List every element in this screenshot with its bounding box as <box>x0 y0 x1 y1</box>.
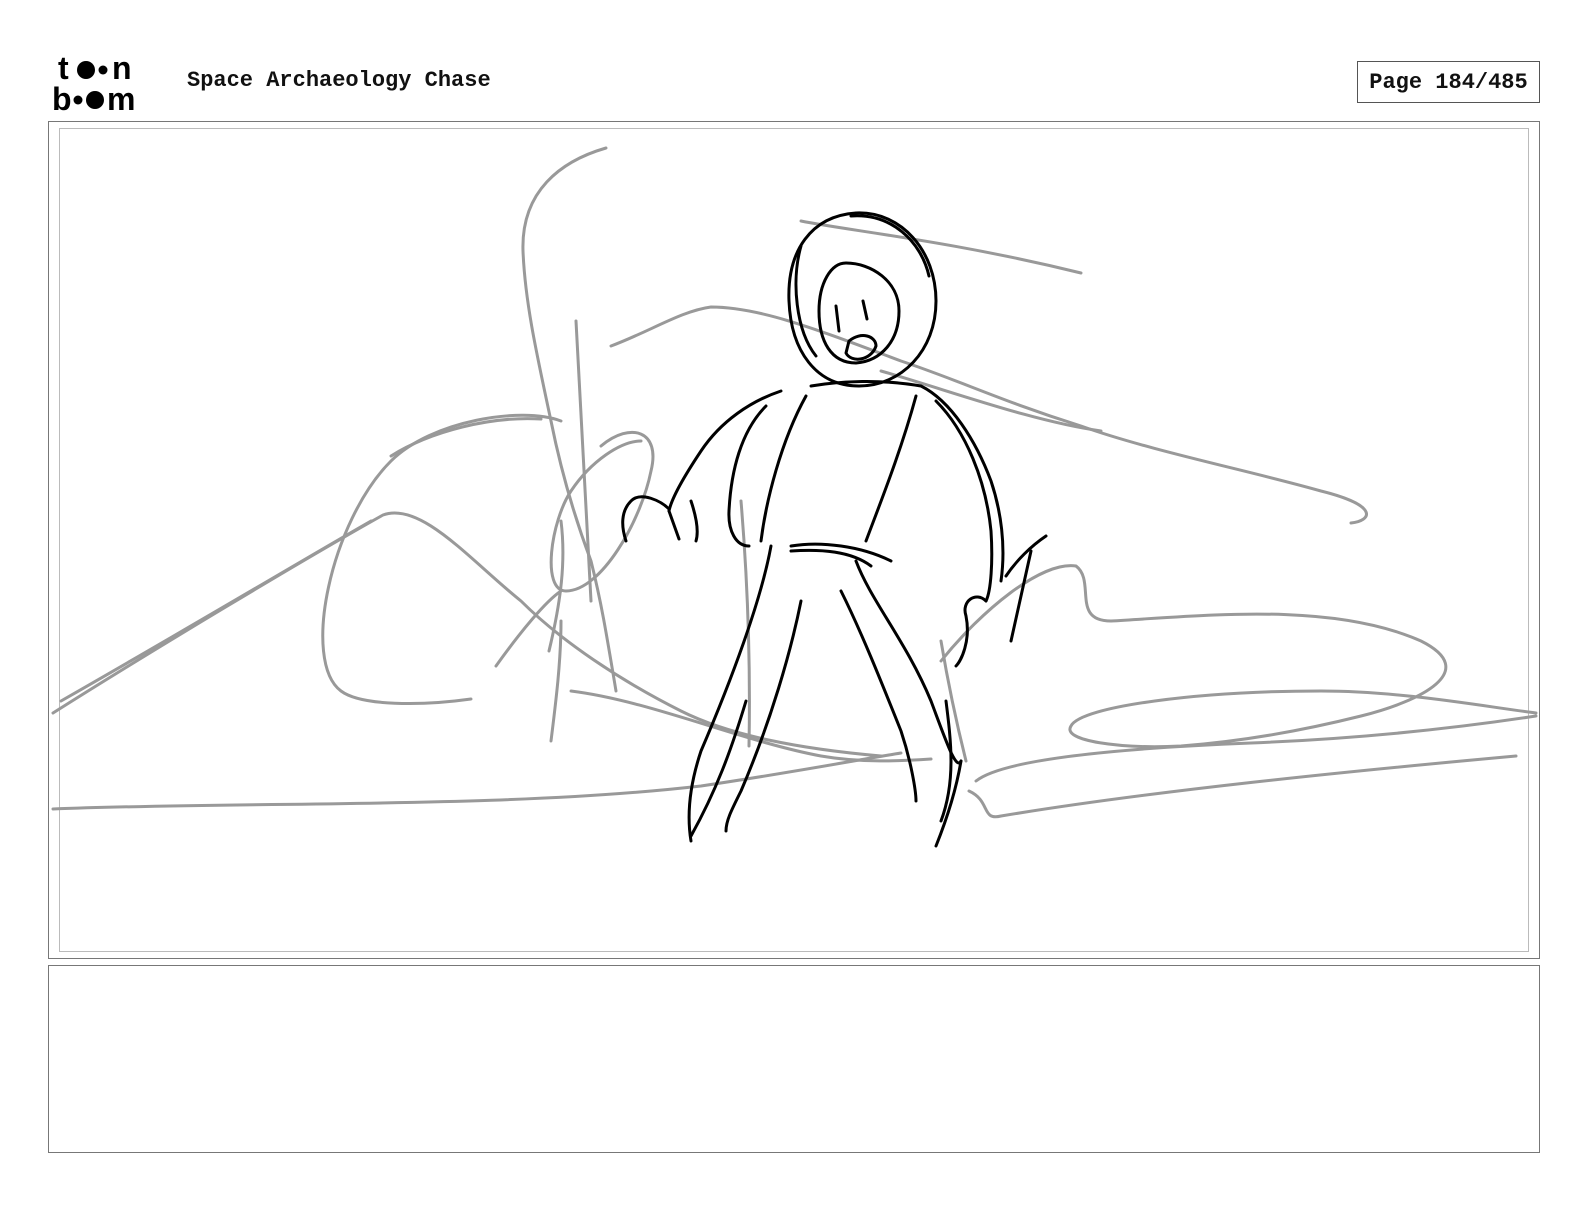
panel-notes-box[interactable] <box>48 965 1540 1153</box>
page-number-badge: Page 184/485 <box>1357 61 1540 103</box>
project-title: Space Archaeology Chase <box>187 68 491 93</box>
storyboard-panel <box>48 121 1540 959</box>
svg-text:m: m <box>107 81 135 112</box>
svg-text:b: b <box>52 81 72 112</box>
toon-boom-logo: t n b m <box>52 52 135 112</box>
astronaut-rough-sketch <box>51 146 1538 848</box>
background-sketch-lines <box>51 146 1538 819</box>
page-number-label: Page 184/485 <box>1369 69 1528 95</box>
